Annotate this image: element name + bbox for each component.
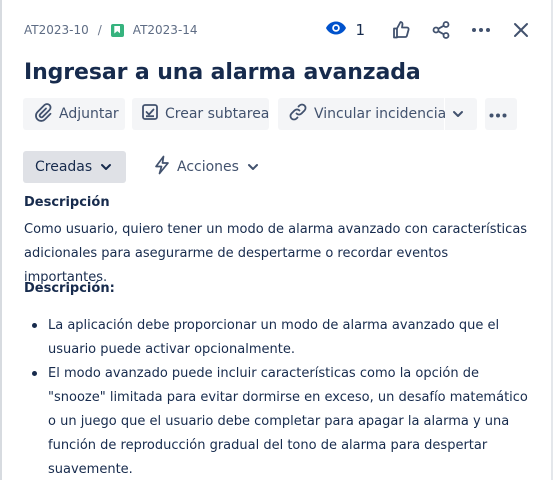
activity-filter-row: Creadas Acciones — [23, 151, 275, 183]
lightning-icon — [153, 155, 177, 179]
subtask-icon — [141, 103, 165, 125]
link-issue-group: Vincular incidencia — [278, 98, 477, 130]
paperclip-icon — [33, 102, 59, 126]
subtask-label: Crear subtarea — [165, 106, 270, 122]
create-subtask-button[interactable]: Crear subtarea — [132, 98, 269, 130]
chevron-down-icon — [452, 106, 470, 122]
issue-toolbar: Adjuntar Crear subtarea Vincular inciden… — [23, 98, 517, 130]
chevron-down-icon — [247, 159, 265, 175]
created-filter-button[interactable]: Creadas — [23, 151, 126, 183]
watch-button[interactable]: 1 — [325, 20, 365, 40]
description-section-label: Descripción — [24, 195, 110, 210]
watchers-count: 1 — [355, 21, 365, 39]
actions-button[interactable]: Acciones — [145, 151, 275, 183]
created-filter-label: Creadas — [35, 159, 93, 175]
link-icon — [288, 102, 314, 126]
thumbs-up-icon[interactable] — [389, 18, 413, 42]
attach-button[interactable]: Adjuntar — [23, 98, 125, 130]
breadcrumb-parent-link[interactable]: AT2023-10 — [24, 23, 89, 37]
share-icon[interactable] — [429, 18, 453, 42]
close-icon[interactable] — [509, 18, 533, 42]
description-bullet-list: La aplicación debe proporcionar un modo … — [24, 314, 529, 482]
eye-icon — [325, 20, 347, 40]
actions-label: Acciones — [177, 159, 239, 175]
issue-header-bar: AT2023-10 / AT2023-14 1 — [24, 18, 533, 42]
attach-label: Adjuntar — [59, 106, 119, 122]
link-issue-dropdown[interactable] — [445, 98, 477, 130]
header-actions: 1 — [325, 18, 533, 42]
description-heading: Descripción: — [24, 281, 115, 296]
list-item: La aplicación debe proporcionar un modo … — [24, 314, 529, 362]
story-icon[interactable] — [110, 23, 124, 37]
chevron-down-icon — [92, 159, 112, 175]
more-actions-button[interactable] — [485, 98, 517, 130]
breadcrumb-issue-link[interactable]: AT2023-14 — [133, 23, 198, 37]
issue-title[interactable]: Ingresar a una alarma avanzada — [24, 60, 421, 85]
more-icon[interactable] — [469, 18, 493, 42]
description-summary[interactable]: Como usuario, quiero tener un modo de al… — [24, 218, 529, 290]
link-issue-button[interactable]: Vincular incidencia — [278, 98, 447, 130]
breadcrumb-separator: / — [97, 23, 102, 37]
link-issue-label: Vincular incidencia — [314, 106, 447, 122]
panel-left-border — [0, 0, 2, 480]
more-icon — [489, 106, 513, 122]
list-item: El modo avanzado puede incluir caracterí… — [24, 362, 529, 482]
